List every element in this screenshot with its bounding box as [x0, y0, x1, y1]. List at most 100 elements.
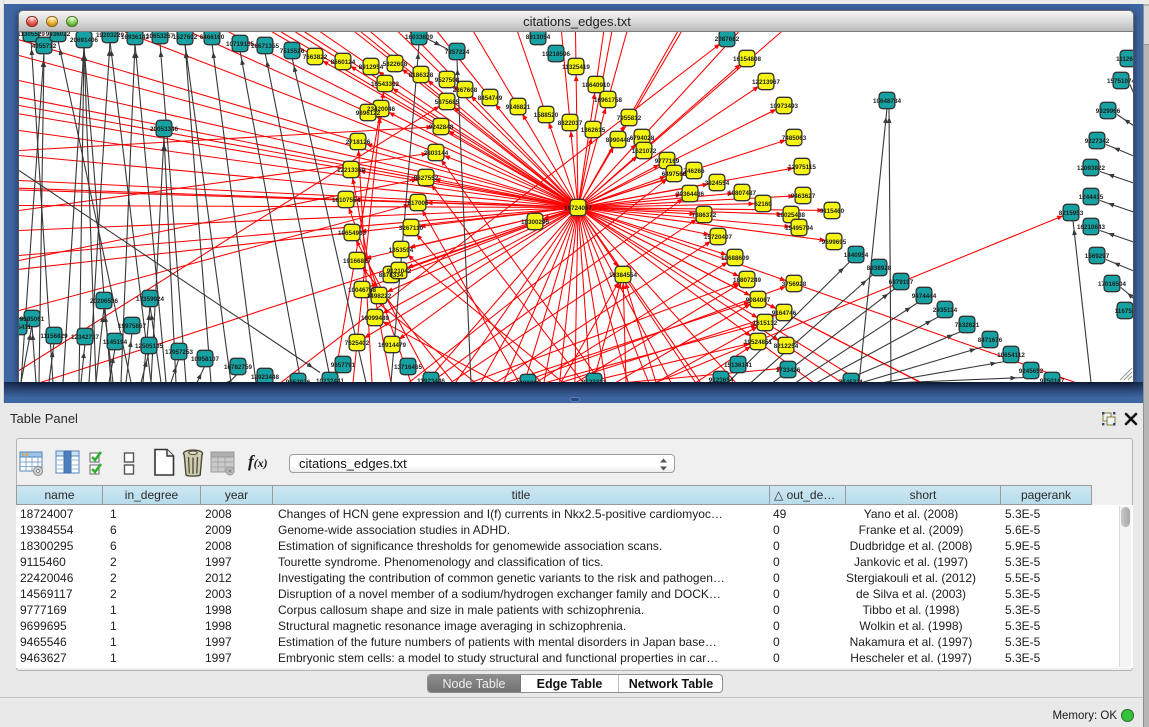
svg-text:9115460: 9115460 [820, 207, 845, 214]
svg-text:62160: 62160 [754, 200, 772, 207]
svg-text:10648784: 10648784 [873, 97, 902, 104]
svg-text:12923448: 12923448 [251, 373, 280, 380]
svg-text:20053346: 20053346 [150, 125, 179, 132]
svg-text:4055712: 4055712 [32, 42, 57, 49]
svg-text:8990448: 8990448 [606, 136, 631, 143]
svg-text:15136141: 15136141 [724, 361, 753, 368]
svg-text:9463627: 9463627 [791, 192, 816, 199]
svg-text:12093822: 12093822 [1077, 164, 1106, 171]
svg-text:7955812: 7955812 [617, 114, 642, 121]
svg-text:1362615: 1362615 [581, 126, 606, 133]
svg-text:9227342: 9227342 [1085, 137, 1110, 144]
svg-text:1353594: 1353594 [389, 246, 414, 253]
svg-text:817006: 817006 [407, 199, 429, 206]
svg-text:20364436: 20364436 [676, 190, 705, 197]
svg-text:5875685: 5875685 [435, 98, 460, 105]
svg-text:16154808: 16154808 [733, 55, 762, 62]
svg-text:3915411: 3915411 [19, 323, 32, 330]
svg-text:1527602: 1527602 [173, 33, 198, 40]
svg-text:1145194: 1145194 [103, 338, 128, 345]
svg-text:12213369: 12213369 [337, 166, 366, 173]
svg-text:10654112: 10654112 [997, 351, 1025, 358]
svg-text:5322608: 5322608 [383, 60, 408, 67]
svg-text:1244415: 1244415 [1079, 193, 1104, 200]
svg-text:8454749: 8454749 [478, 94, 503, 101]
svg-text:9329966: 9329966 [1096, 107, 1121, 114]
svg-text:6466160: 6466160 [200, 33, 225, 40]
svg-text:12505135: 12505135 [135, 342, 164, 349]
svg-text:2087682: 2087682 [715, 35, 740, 42]
svg-text:2718126: 2718126 [346, 138, 371, 145]
svg-text:12213967: 12213967 [752, 78, 781, 85]
svg-text:2803144: 2803144 [424, 149, 449, 156]
svg-text:10232441: 10232441 [316, 377, 345, 382]
svg-text:8938928: 8938928 [867, 264, 892, 271]
svg-text:16543362: 16543362 [371, 80, 400, 87]
svg-text:19975867: 19975867 [118, 322, 147, 329]
svg-text:1112648: 1112648 [1116, 55, 1134, 62]
svg-text:19654963: 19654963 [338, 229, 367, 236]
svg-text:9750167: 9750167 [1040, 377, 1065, 382]
svg-text:15495794: 15495794 [785, 224, 814, 231]
svg-text:9474444: 9474444 [912, 292, 937, 299]
svg-text:16782759: 16782759 [224, 363, 253, 370]
svg-text:16914479: 16914479 [378, 341, 407, 348]
svg-text:16099489: 16099489 [361, 314, 390, 321]
svg-text:19524851: 19524851 [744, 338, 773, 345]
svg-text:12342737: 12342737 [71, 333, 100, 340]
svg-text:18807249: 18807249 [733, 276, 762, 283]
svg-text:7632621: 7632621 [955, 321, 980, 328]
svg-text:16107554: 16107554 [332, 196, 361, 203]
svg-text:16671355: 16671355 [251, 42, 280, 49]
svg-text:9146821: 9146821 [506, 103, 531, 110]
svg-text:8912954: 8912954 [359, 63, 384, 70]
svg-text:8123331: 8123331 [582, 378, 607, 382]
svg-text:9385061: 9385061 [20, 315, 45, 322]
svg-text:1440954: 1440954 [844, 251, 869, 258]
svg-text:7386372: 7386372 [692, 211, 717, 218]
svg-text:9936022: 9936022 [46, 32, 71, 38]
svg-text:1588520: 1588520 [534, 111, 559, 118]
svg-text:1615132: 1615132 [753, 319, 778, 326]
svg-text:9699695: 9699695 [822, 238, 847, 245]
svg-text:8813054: 8813054 [526, 33, 551, 40]
svg-text:19218596: 19218596 [542, 50, 571, 57]
svg-text:18640910: 18640910 [582, 81, 611, 88]
svg-text:1621072: 1621072 [632, 147, 657, 154]
svg-text:6794028: 6794028 [630, 134, 655, 141]
svg-text:17359924: 17359924 [136, 295, 165, 302]
svg-text:9952076: 9952076 [286, 378, 311, 382]
svg-text:8212254: 8212254 [774, 342, 799, 349]
svg-text:9245652: 9245652 [1019, 367, 1044, 374]
svg-text:1733426: 1733426 [776, 366, 801, 373]
svg-text:746266: 746266 [683, 167, 705, 174]
svg-text:9482216: 9482216 [516, 379, 541, 382]
svg-text:10958107: 10958107 [191, 355, 220, 362]
svg-text:15720407: 15720407 [704, 233, 733, 240]
svg-text:9896122: 9896122 [356, 109, 381, 116]
svg-text:19166827: 19166827 [343, 257, 372, 264]
svg-text:7663822: 7663822 [303, 53, 328, 60]
svg-text:9123654: 9123654 [709, 376, 734, 382]
svg-text:18724007: 18724007 [564, 204, 593, 211]
svg-text:2935114: 2935114 [933, 306, 958, 313]
svg-text:10688609: 10688609 [721, 254, 750, 261]
svg-text:11325419: 11325419 [562, 63, 590, 70]
svg-text:9777169: 9777169 [655, 157, 680, 164]
svg-text:18300295: 18300295 [521, 218, 550, 225]
svg-text:10807487: 10807487 [728, 189, 757, 196]
svg-text:16961758: 16961758 [594, 96, 623, 103]
svg-text:11156829: 11156829 [40, 332, 68, 339]
svg-text:20691406: 20691406 [70, 36, 99, 43]
svg-text:8660124: 8660124 [331, 58, 356, 65]
svg-text:9084067: 9084067 [746, 296, 771, 303]
svg-text:2367608: 2367608 [453, 86, 478, 93]
svg-text:10653267: 10653267 [146, 32, 175, 39]
svg-text:9242848: 9242848 [429, 123, 454, 130]
svg-text:10973493: 10973493 [770, 102, 799, 109]
svg-text:16210643: 16210643 [1077, 223, 1106, 230]
svg-text:7625402: 7625402 [345, 339, 370, 346]
svg-text:13716465: 13716465 [394, 363, 423, 370]
svg-text:8471676: 8471676 [978, 336, 1003, 343]
svg-text:3824554: 3824554 [705, 179, 730, 186]
